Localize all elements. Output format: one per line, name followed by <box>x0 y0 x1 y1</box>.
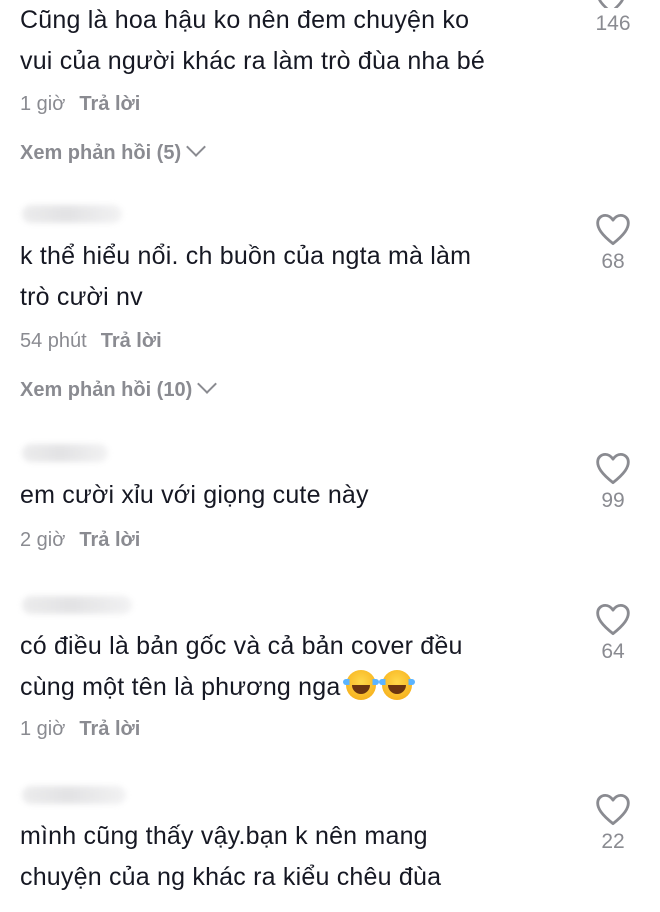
like-button[interactable]: 99 <box>580 452 646 513</box>
reply-button[interactable]: Trả lời <box>79 718 140 740</box>
reply-button[interactable]: Trả lời <box>101 330 162 352</box>
comment-text: mình cũng thấy vậy.bạn k nên mang chuyện… <box>20 822 442 891</box>
comment-meta: 2 giờ Trả lời <box>20 528 140 552</box>
comment-text: em cười xỉu với giọng cute này <box>20 481 369 509</box>
like-count: 146 <box>595 12 631 35</box>
view-replies-button[interactable]: Xem phản hồi (5) <box>20 137 207 165</box>
like-count: 99 <box>601 489 625 512</box>
comment-time: 54 phút <box>20 330 87 352</box>
like-button[interactable]: 146 <box>580 12 646 36</box>
username-blurred[interactable] <box>22 205 122 223</box>
username-blurred[interactable] <box>22 444 108 462</box>
heart-outline-icon <box>596 213 630 246</box>
like-count: 64 <box>601 640 625 663</box>
heart-outline-icon <box>596 793 630 826</box>
chevron-down-icon <box>186 137 207 157</box>
comment-meta: 54 phút Trả lời <box>20 329 162 353</box>
like-count: 68 <box>601 250 625 273</box>
like-button[interactable]: 22 <box>580 793 646 854</box>
heart-outline-icon <box>596 452 630 485</box>
username-blurred[interactable] <box>22 786 126 804</box>
like-count: 22 <box>601 830 625 853</box>
comment-text: có điều là bản gốc và cả bản cover đều c… <box>20 626 580 708</box>
comment-meta: 1 giờ Trả lời <box>20 717 140 741</box>
comment-meta: 1 giờ Trả lời <box>20 92 140 116</box>
view-replies-button[interactable]: Xem phản hồi (10) <box>20 374 218 402</box>
username-blurred[interactable] <box>22 596 132 614</box>
tears-of-joy-emoji-icon <box>379 670 416 700</box>
reply-button[interactable]: Trả lời <box>79 529 140 551</box>
view-replies-label: Xem phản hồi (5) <box>20 142 182 164</box>
comment-time: 1 giờ <box>20 718 66 740</box>
like-button[interactable]: 64 <box>580 603 646 664</box>
tears-of-joy-emoji-icon <box>343 670 380 700</box>
comment-text: Cũng là hoa hậu ko nên đem chuyện ko vui… <box>20 6 485 75</box>
comment-time: 1 giờ <box>20 93 66 115</box>
like-button[interactable]: 68 <box>580 213 646 274</box>
view-replies-label: Xem phản hồi (10) <box>20 379 193 401</box>
reply-button[interactable]: Trả lời <box>79 93 140 115</box>
heart-outline-icon <box>596 603 630 636</box>
comment-time: 2 giờ <box>20 529 66 551</box>
heart-outline-icon[interactable] <box>596 0 626 8</box>
chevron-down-icon <box>197 374 218 394</box>
comment-text: k thể hiểu nổi. ch buồn của ngta mà làm … <box>20 242 472 311</box>
